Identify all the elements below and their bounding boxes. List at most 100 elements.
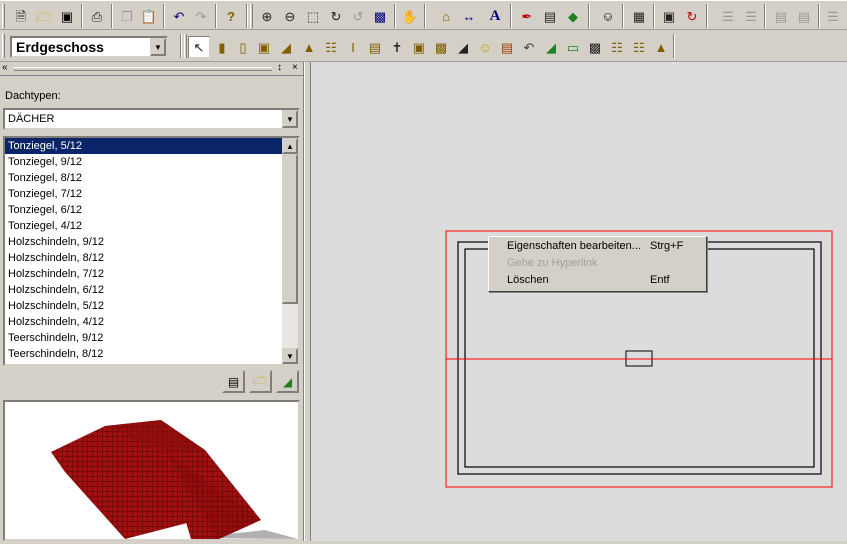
plan-view-icon[interactable]: ⎉ <box>597 5 619 27</box>
redo-icon[interactable]: ↷ <box>190 5 212 27</box>
menu-item-label: Gehe zu Hyperlink <box>507 257 598 269</box>
align-bottom-icon[interactable]: ▤ <box>793 5 815 27</box>
list-item[interactable]: Tonziegel, 7/12 <box>5 186 284 202</box>
panel-splitter[interactable] <box>304 62 311 541</box>
floor-select[interactable]: Erdgeschoss ▼ <box>10 36 168 58</box>
floor-plan-drawing[interactable] <box>311 62 847 541</box>
chevron-down-icon[interactable]: ▼ <box>282 110 298 128</box>
chevron-down-icon[interactable]: ▼ <box>150 38 166 56</box>
list-item[interactable]: Teerschindeln, 8/12 <box>5 346 284 362</box>
scroll-thumb[interactable] <box>282 154 298 304</box>
toolbar-grip[interactable] <box>2 34 5 58</box>
new-file-icon[interactable]: 🗎 <box>10 5 32 27</box>
list-item[interactable]: Tonziegel, 4/12 <box>5 218 284 234</box>
monitor-tool-icon[interactable]: ▭ <box>562 36 584 58</box>
category-select[interactable]: DÄCHER ▼ <box>3 108 300 130</box>
railing-tool-icon[interactable]: ☷ <box>320 36 342 58</box>
toolbar-separator <box>81 4 83 28</box>
material-list-icon[interactable]: ▤ <box>539 5 561 27</box>
window-tool-icon[interactable]: ▣ <box>253 36 275 58</box>
list-item[interactable]: Holzschindeln, 6/12 <box>5 282 284 298</box>
ramp-tool-icon[interactable]: ◢ <box>540 36 562 58</box>
close-icon[interactable]: × <box>292 62 298 73</box>
toolbar-grip[interactable] <box>184 34 187 58</box>
list-item[interactable]: Tonziegel, 6/12 <box>5 202 284 218</box>
terrain-tool-icon[interactable]: ◢ <box>452 36 474 58</box>
save-icon[interactable]: ▣ <box>56 5 78 27</box>
furniture-tool-icon[interactable]: ▣ <box>408 36 430 58</box>
menu-item-goto-hyperlink[interactable]: Gehe zu Hyperlink <box>489 255 706 272</box>
grid-icon[interactable]: ▦ <box>628 5 650 27</box>
list-item[interactable]: Holzschindeln, 5/12 <box>5 298 284 314</box>
roof-tool-icon[interactable]: ▲ <box>298 36 320 58</box>
align-left-icon[interactable]: ☰ <box>717 5 739 27</box>
landscape-tool-icon[interactable]: ▲ <box>650 36 672 58</box>
scroll-down-icon[interactable]: ▼ <box>282 348 298 364</box>
zoom-previous-icon[interactable]: ↻ <box>325 5 347 27</box>
select-pointer-icon[interactable]: ↖ <box>188 36 210 58</box>
list-item[interactable]: Holzschindeln, 8/12 <box>5 250 284 266</box>
zoom-fit-icon[interactable]: ▩ <box>369 5 391 27</box>
cabinet-tool-icon[interactable]: ▤ <box>364 36 386 58</box>
properties-button[interactable]: ▤ <box>222 370 245 393</box>
menu-item-shortcut: Strg+F <box>650 240 684 252</box>
door-tool-icon[interactable]: ▯ <box>232 36 254 58</box>
pan-hand-icon[interactable]: ✋ <box>399 5 421 27</box>
resize-vertical-icon[interactable]: ↕ <box>277 62 282 73</box>
toolbar-grip[interactable] <box>2 4 5 28</box>
plan-canvas[interactable] <box>311 62 847 541</box>
open-folder-icon[interactable]: 🗁 <box>33 5 55 27</box>
estimate-icon[interactable]: ◆ <box>562 5 584 27</box>
list-item[interactable]: Tonziegel, 9/12 <box>5 154 284 170</box>
help-icon[interactable]: ? <box>220 5 242 27</box>
toolbar-separator <box>163 4 165 28</box>
list-item[interactable]: Holzschindeln, 4/12 <box>5 314 284 330</box>
box-tool-icon[interactable]: ▩ <box>430 36 452 58</box>
zoom-window-icon[interactable]: ⬚ <box>302 5 324 27</box>
panel-title-bar: « ↕ × <box>0 62 304 76</box>
column-tool-icon[interactable]: I <box>342 36 364 58</box>
house-3d-icon[interactable]: ⌂ <box>435 5 457 27</box>
copy-icon[interactable]: ❐ <box>116 5 138 27</box>
print-icon[interactable]: ⎙ <box>86 5 108 27</box>
paint-icon[interactable]: ✒ <box>516 5 538 27</box>
list-item[interactable]: Holzschindeln, 7/12 <box>5 266 284 282</box>
panel-grip[interactable] <box>14 67 272 71</box>
distribute-icon[interactable]: ☰ <box>822 5 844 27</box>
building-icon[interactable]: ▣ <box>658 5 680 27</box>
zoom-out-icon[interactable]: ⊖ <box>279 5 301 27</box>
toolbar-separator <box>588 4 590 28</box>
toolbar-grip[interactable] <box>250 4 253 28</box>
zoom-next-icon[interactable]: ↺ <box>347 5 369 27</box>
new-folder-button[interactable]: 🗁 <box>249 370 272 393</box>
list-item[interactable]: Teerschindeln, 9/12 <box>5 330 284 346</box>
place-in-plan-button[interactable]: ◢ <box>276 370 299 393</box>
paste-icon[interactable]: 📋 <box>138 5 160 27</box>
toolbar-separator <box>673 34 675 58</box>
undo-icon[interactable]: ↶ <box>168 5 190 27</box>
align-top-icon[interactable]: ▤ <box>770 5 792 27</box>
survey-tool-icon[interactable]: ✝ <box>386 36 408 58</box>
zoom-in-icon[interactable]: ⊕ <box>256 5 278 27</box>
fireplace-tool-icon[interactable]: ▤ <box>496 36 518 58</box>
gate-tool-icon[interactable]: ☷ <box>628 36 650 58</box>
refresh-icon[interactable]: ↻ <box>681 5 703 27</box>
stairs-tool-icon[interactable]: ◢ <box>275 36 297 58</box>
symbol-tool-icon[interactable]: ☺ <box>474 36 496 58</box>
text-tool-icon[interactable]: A <box>484 5 506 27</box>
list-item[interactable]: Tonziegel, 8/12 <box>5 170 284 186</box>
list-item[interactable]: Holzschindeln, 9/12 <box>5 234 284 250</box>
collapse-panel-icon[interactable]: « <box>2 62 8 73</box>
fence-tool-icon[interactable]: ☷ <box>606 36 628 58</box>
list-scrollbar[interactable]: ▲ ▼ <box>282 138 298 364</box>
list-item[interactable]: Tonziegel, 5/12 <box>5 138 284 154</box>
dimension-icon[interactable]: ↔ <box>458 5 480 27</box>
scroll-up-icon[interactable]: ▲ <box>282 138 298 154</box>
pipe-tool-icon[interactable]: ↶ <box>518 36 540 58</box>
deck-tool-icon[interactable]: ▩ <box>584 36 606 58</box>
menu-item-delete[interactable]: Löschen Entf <box>489 272 706 289</box>
wall-tool-icon[interactable]: ▮ <box>211 36 233 58</box>
roof-type-list[interactable]: Tonziegel, 5/12 Tonziegel, 9/12 Tonziegel,… <box>3 136 300 366</box>
align-right-icon[interactable]: ☰ <box>740 5 762 27</box>
menu-item-edit-properties[interactable]: Eigenschaften bearbeiten... Strg+F <box>489 238 706 255</box>
